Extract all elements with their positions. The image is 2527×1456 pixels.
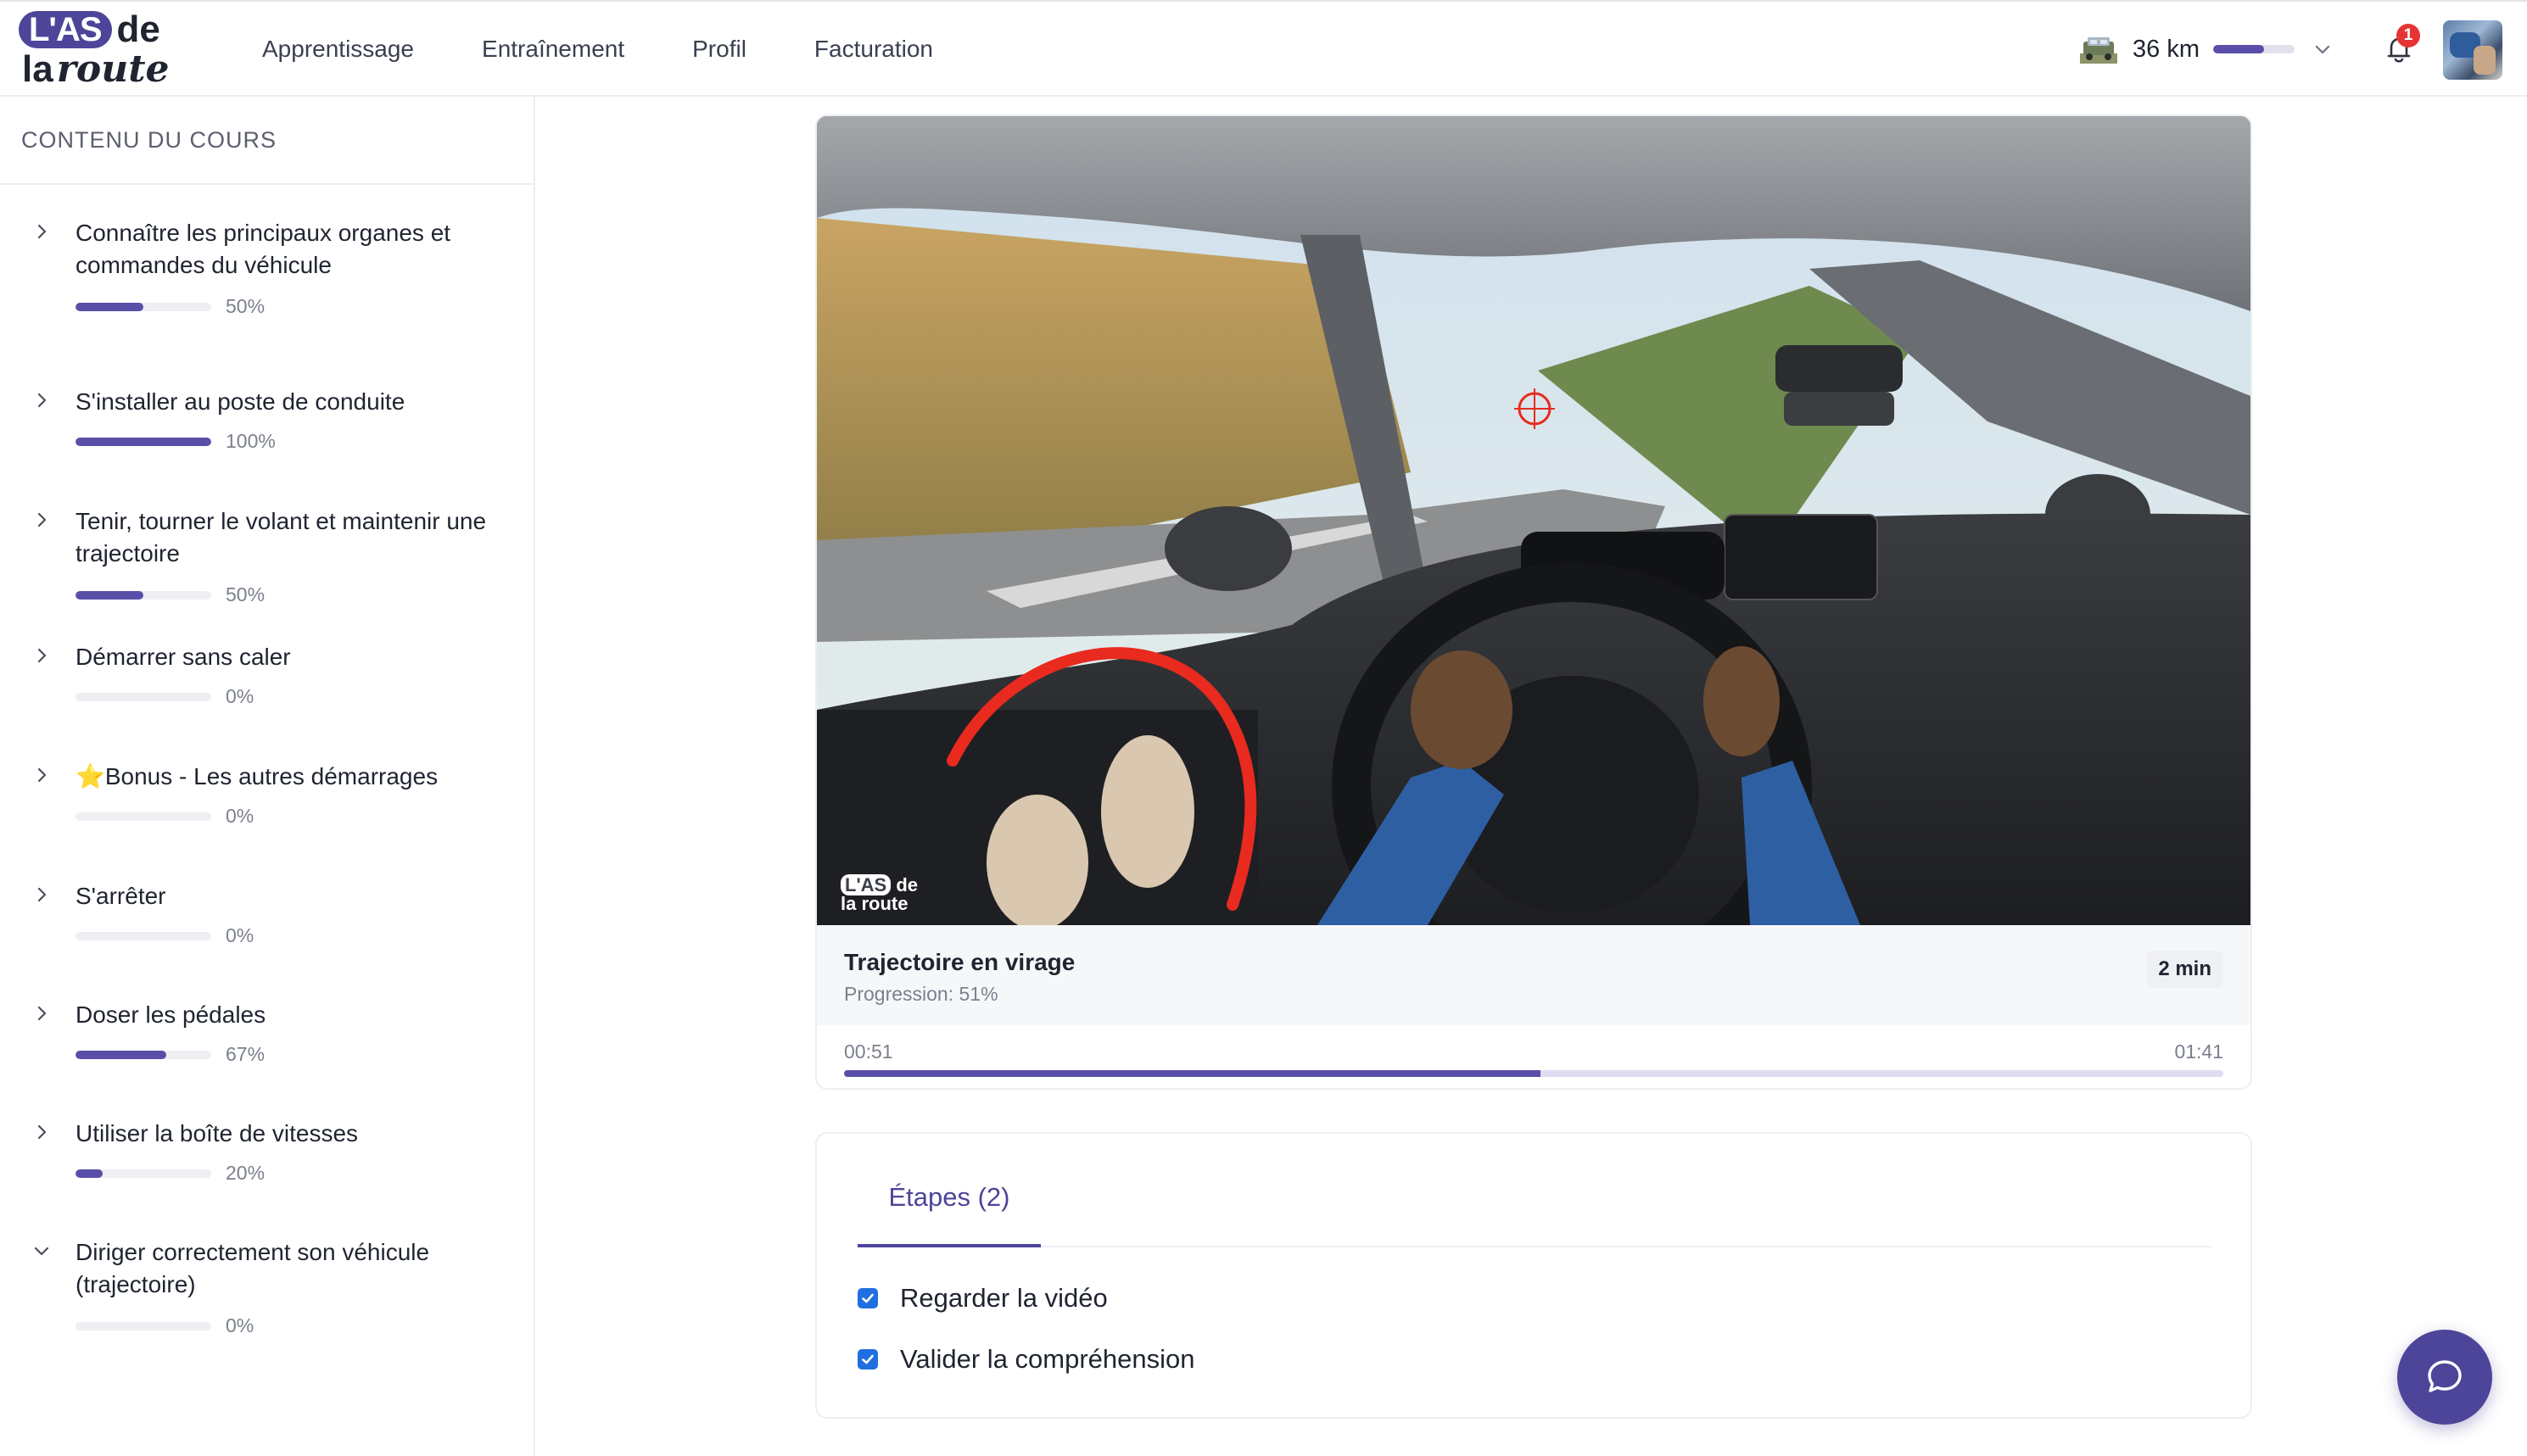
module-progress-fill	[75, 1050, 167, 1059]
module-title: Tenir, tourner le volant et maintenir un…	[75, 508, 487, 566]
module-percent: 0%	[226, 924, 254, 946]
step-label: Valider la compréhension	[900, 1344, 1195, 1374]
video-timeline[interactable]	[844, 1070, 2223, 1077]
module-progress: 0%	[75, 1314, 254, 1337]
module-progress-bar	[75, 302, 211, 311]
module-progress-bar	[75, 1169, 211, 1178]
watermark-bottom: la route	[841, 893, 908, 914]
tab-divider	[858, 1246, 2211, 1247]
chevron-right-icon	[37, 1006, 47, 1021]
video-progress-label: Progression: 51%	[844, 983, 998, 1005]
module-progress-bar	[75, 437, 211, 446]
chevron-right-icon	[37, 512, 47, 527]
module-title: Connaître les principaux organes et comm…	[75, 220, 451, 278]
step-item[interactable]: Regarder la vidéo	[858, 1283, 1108, 1314]
module-progress: 67%	[75, 1043, 265, 1066]
brand-logo[interactable]: L'AS de laroute	[19, 8, 188, 92]
km-progress-bar	[2212, 45, 2295, 53]
module-progress-bar	[75, 1050, 211, 1059]
video-watermark: L'AS de la route	[841, 874, 918, 914]
module-progress: 100%	[75, 430, 276, 453]
nav-facturation[interactable]: Facturation	[814, 36, 933, 63]
module-percent: 20%	[226, 1162, 266, 1184]
main-nav: Apprentissage Entraînement Profil Factur…	[262, 2, 1001, 97]
logo-pill: L'AS	[19, 11, 112, 48]
avatar[interactable]	[2443, 20, 2502, 80]
chat-button[interactable]	[2397, 1330, 2492, 1425]
sidebar-divider	[0, 183, 534, 185]
tab-active-indicator	[858, 1244, 1041, 1247]
video-frame	[817, 116, 2250, 925]
chevron-right-icon	[37, 393, 47, 408]
module-progress: 0%	[75, 805, 254, 828]
notification-badge: 1	[2396, 24, 2420, 47]
chevron-down-icon	[2315, 45, 2330, 54]
check-icon	[862, 1293, 874, 1303]
top-header: L'AS de laroute Apprentissage Entraîneme…	[0, 0, 2527, 97]
module-progress: 50%	[75, 583, 265, 606]
step-checkbox[interactable]	[858, 1288, 878, 1308]
chevron-right-icon	[37, 767, 47, 783]
check-icon	[862, 1354, 874, 1364]
video-title: Trajectoire en virage	[844, 949, 1076, 975]
chevron-right-icon	[37, 887, 47, 902]
module-title: ⭐Bonus - Les autres démarrages	[75, 763, 439, 789]
module-progress-bar	[75, 590, 211, 600]
module-percent: 0%	[226, 805, 254, 827]
car-icon	[2080, 37, 2117, 64]
module-percent: 0%	[226, 685, 254, 707]
module-progress: 0%	[75, 685, 254, 708]
module-percent: 50%	[226, 583, 266, 605]
nav-entrainement[interactable]: Entraînement	[482, 36, 624, 63]
module-progress-bar	[75, 1321, 211, 1330]
module-title: Diriger correctement son véhicule (traje…	[75, 1239, 430, 1297]
km-label: 36 km	[2133, 35, 2200, 63]
logo-de: de	[116, 8, 160, 50]
logo-route: route	[56, 47, 170, 91]
course-sidebar: CONTENU DU COURS Connaître les principau…	[0, 97, 535, 1456]
module-progress-bar	[75, 931, 211, 940]
step-checkbox[interactable]	[858, 1349, 878, 1370]
module-progress: 0%	[75, 924, 254, 947]
video-player[interactable]: L'AS de la route	[817, 116, 2250, 925]
module-percent: 50%	[226, 295, 266, 317]
nav-apprentissage[interactable]: Apprentissage	[262, 36, 414, 63]
module-title: Utiliser la boîte de vitesses	[75, 1120, 359, 1146]
module-title: Doser les pédales	[75, 1001, 266, 1028]
module-progress-bar	[75, 692, 211, 701]
chevron-right-icon	[37, 648, 47, 663]
duration-badge: 2 min	[2146, 951, 2223, 988]
module-progress-bar	[75, 812, 211, 821]
module-percent: 100%	[226, 430, 276, 452]
step-item[interactable]: Valider la compréhension	[858, 1344, 1195, 1375]
module-title: S'arrêter	[75, 883, 166, 909]
tab-etapes[interactable]: Étapes (2)	[858, 1176, 1041, 1234]
steps-card: Étapes (2) Regarder la vidéo Valider la …	[815, 1132, 2252, 1419]
video-card: L'AS de la route Trajectoire en virage P…	[815, 114, 2252, 1090]
chat-bubble-icon	[2428, 1360, 2462, 1392]
total-time: 01:41	[2174, 1040, 2223, 1063]
chevron-right-icon	[37, 1124, 47, 1140]
module-progress-fill	[75, 1169, 103, 1178]
km-progress-fill	[2212, 45, 2264, 53]
module-title: S'installer au poste de conduite	[75, 388, 405, 415]
module-progress: 20%	[75, 1162, 265, 1185]
module-percent: 67%	[226, 1043, 266, 1065]
nav-profil[interactable]: Profil	[692, 36, 746, 63]
chevron-right-icon	[37, 224, 47, 239]
module-progress: 50%	[75, 295, 265, 318]
module-progress-fill	[75, 437, 211, 446]
module-percent: 0%	[226, 1314, 254, 1336]
chevron-down-icon	[34, 1247, 49, 1256]
current-time: 00:51	[844, 1040, 893, 1063]
logo-la: la	[22, 48, 53, 90]
video-timeline-fill	[844, 1070, 1541, 1077]
video-info: Trajectoire en virage Progression: 51% 2…	[817, 925, 2250, 1025]
step-label: Regarder la vidéo	[900, 1283, 1108, 1313]
module-progress-fill	[75, 590, 143, 600]
module-title: Démarrer sans caler	[75, 644, 291, 670]
sidebar-title: CONTENU DU COURS	[21, 127, 277, 153]
module-progress-fill	[75, 302, 143, 311]
km-selector[interactable]: 36 km	[2080, 27, 2332, 71]
